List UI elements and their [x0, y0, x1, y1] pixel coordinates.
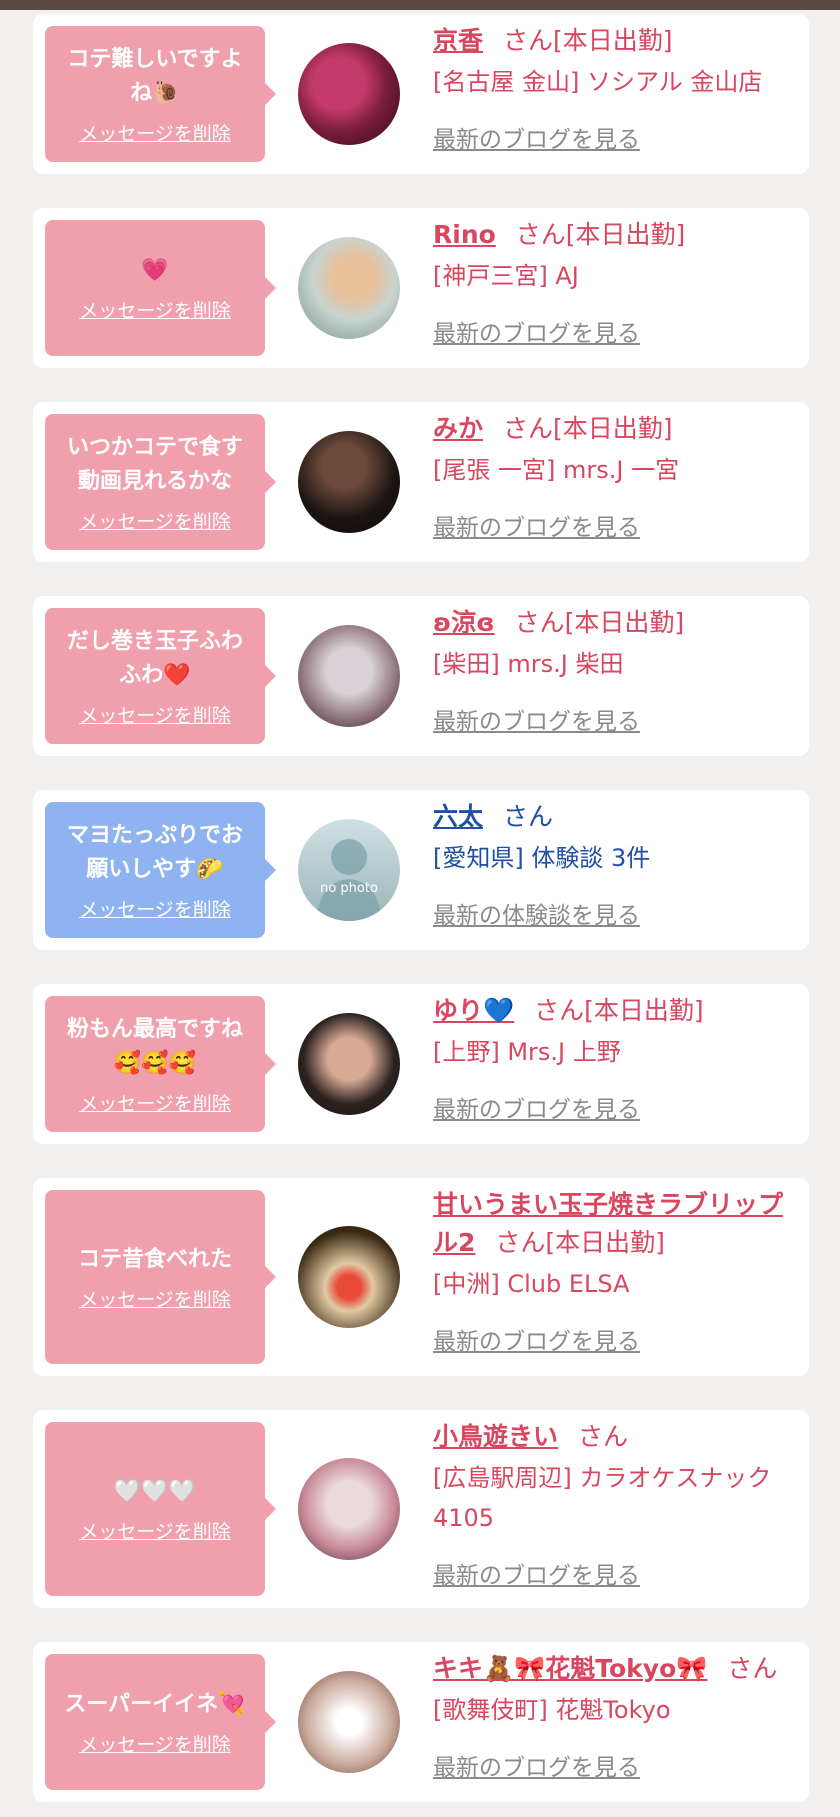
latest-blog-link[interactable]: 最新のブログを見る [433, 314, 640, 348]
sender-name-link[interactable]: キキ🧸🎀花魁Tokyo🎀 [433, 1654, 707, 1683]
message-bubble: コテ昔食べれた メッセージを削除 [45, 1190, 276, 1364]
top-bar [0, 0, 840, 10]
message-card: コテ昔食べれた メッセージを削除 甘いうまい玉子焼きラブリップル2 さん[本日出勤… [33, 1178, 809, 1376]
delete-message-button[interactable]: メッセージを削除 [79, 895, 231, 922]
name-suffix: さん[本日出勤] [503, 414, 673, 443]
sender-name-link[interactable]: 京香 [433, 26, 483, 55]
shop-label: [歌舞伎町] 花魁Tokyo [433, 1696, 671, 1724]
message-text: 粉もん最高ですね 🥰🥰🥰 [66, 1016, 243, 1076]
name-suffix: さん[本日出勤] [503, 26, 673, 55]
sender-info: Rino さん[本日出勤] [神戸三宮] AJ 最新のブログを見る [433, 216, 803, 348]
message-text: 💗 [141, 257, 169, 283]
sender-info: 京香 さん[本日出勤] [名古屋 金山] ソシアル 金山店 最新のブログを見る [433, 22, 803, 154]
message-bubble: スーパーイイネ💘 メッセージを削除 [45, 1654, 276, 1790]
message-text: マヨたっぷりでお 願いしやす🌮 [66, 822, 243, 882]
delete-message-button[interactable]: メッセージを削除 [79, 1730, 231, 1757]
sender-name-link[interactable]: みか [433, 414, 483, 443]
sender-name-link[interactable]: 六太 [433, 802, 483, 831]
message-bubble: 🤍🤍🤍 メッセージを削除 [45, 1422, 276, 1596]
sender-info: 甘いうまい玉子焼きラブリップル2 さん[本日出勤] [中洲] Club ELSA … [433, 1186, 803, 1356]
delete-message-button[interactable]: メッセージを削除 [79, 1517, 231, 1544]
shop-label: [上野] Mrs.J 上野 [433, 1038, 621, 1066]
latest-review-link[interactable]: 最新の体験談を見る [433, 896, 640, 930]
name-suffix: さん[本日出勤] [515, 220, 686, 249]
message-text: コテ昔食べれた [77, 1246, 232, 1272]
latest-blog-link[interactable]: 最新のブログを見る [433, 702, 640, 736]
message-bubble: だし巻き玉子ふわ ふわ❤️ メッセージを削除 [45, 608, 276, 744]
message-bubble: コテ難しいですよ ね🐌 メッセージを削除 [45, 26, 276, 162]
shop-label: [神戸三宮] AJ [433, 262, 579, 290]
message-card: いつかコテで食す 動画見れるかな メッセージを削除 みか さん[本日出勤] [尾張… [33, 402, 809, 562]
latest-blog-link[interactable]: 最新のブログを見る [433, 1322, 640, 1356]
sender-info: ゆり💙 さん[本日出勤] [上野] Mrs.J 上野 最新のブログを見る [433, 992, 803, 1124]
message-text: コテ難しいですよ ね🐌 [67, 46, 243, 106]
sender-info: ʚ涼ɞ さん[本日出勤] [柴田] mrs.J 柴田 最新のブログを見る [433, 604, 803, 736]
avatar[interactable] [298, 237, 400, 339]
sender-name-link[interactable]: ゆり💙 [433, 996, 514, 1025]
avatar[interactable] [298, 431, 400, 533]
message-text: だし巻き玉子ふわ ふわ❤️ [66, 628, 243, 688]
delete-message-button[interactable]: メッセージを削除 [79, 507, 231, 534]
avatar[interactable] [298, 625, 400, 727]
sender-name-link[interactable]: 小鳥遊きい [433, 1422, 558, 1451]
message-card: マヨたっぷりでお 願いしやす🌮 メッセージを削除 no photo 六太 さん [… [33, 790, 809, 950]
delete-message-button[interactable]: メッセージを削除 [79, 296, 231, 323]
message-bubble: いつかコテで食す 動画見れるかな メッセージを削除 [45, 414, 276, 550]
delete-message-button[interactable]: メッセージを削除 [79, 1285, 231, 1312]
message-card: スーパーイイネ💘 メッセージを削除 キキ🧸🎀花魁Tokyo🎀 さん [歌舞伎町] … [33, 1642, 809, 1802]
message-bubble: マヨたっぷりでお 願いしやす🌮 メッセージを削除 [45, 802, 276, 938]
message-card: コテ難しいですよ ね🐌 メッセージを削除 京香 さん[本日出勤] [名古屋 金山]… [33, 14, 809, 174]
name-suffix: さん [578, 1422, 629, 1451]
delete-message-button[interactable]: メッセージを削除 [79, 701, 231, 728]
name-suffix: さん [727, 1654, 778, 1683]
sender-info: みか さん[本日出勤] [尾張 一宮] mrs.J 一宮 最新のブログを見る [433, 410, 803, 542]
message-bubble: 粉もん最高ですね 🥰🥰🥰 メッセージを削除 [45, 996, 276, 1132]
shop-label: [中洲] Club ELSA [433, 1270, 630, 1298]
avatar[interactable] [298, 1671, 400, 1773]
name-suffix: さん[本日出勤] [495, 1228, 665, 1257]
sender-info: 六太 さん [愛知県] 体験談 3件 最新の体験談を見る [433, 798, 803, 930]
person-silhouette-icon [316, 839, 382, 921]
no-photo-label: no photo [320, 881, 378, 896]
shop-label: [広島駅周辺] カラオケスナック 4105 [433, 1464, 772, 1532]
message-bubble: 💗 メッセージを削除 [45, 220, 276, 356]
delete-message-button[interactable]: メッセージを削除 [79, 119, 231, 146]
sender-name-link[interactable]: ʚ涼ɞ [433, 608, 495, 637]
avatar[interactable] [298, 1013, 400, 1115]
avatar[interactable] [298, 1458, 400, 1560]
shop-label: [愛知県] 体験談 3件 [433, 844, 651, 872]
latest-blog-link[interactable]: 最新のブログを見る [433, 120, 640, 154]
message-text: 🤍🤍🤍 [113, 1478, 197, 1504]
message-card: 💗 メッセージを削除 Rino さん[本日出勤] [神戸三宮] AJ 最新のブログ… [33, 208, 809, 368]
latest-blog-link[interactable]: 最新のブログを見る [433, 508, 640, 542]
name-suffix: さん[本日出勤] [514, 608, 685, 637]
message-card: 粉もん最高ですね 🥰🥰🥰 メッセージを削除 ゆり💙 さん[本日出勤] [上野] M… [33, 984, 809, 1144]
shop-label: [柴田] mrs.J 柴田 [433, 650, 624, 678]
shop-label: [尾張 一宮] mrs.J 一宮 [433, 456, 680, 484]
sender-info: 小鳥遊きい さん [広島駅周辺] カラオケスナック 4105 最新のブログを見る [433, 1418, 803, 1590]
message-card: だし巻き玉子ふわ ふわ❤️ メッセージを削除 ʚ涼ɞ さん[本日出勤] [柴田] … [33, 596, 809, 756]
shop-label: [名古屋 金山] ソシアル 金山店 [433, 68, 763, 96]
sender-info: キキ🧸🎀花魁Tokyo🎀 さん [歌舞伎町] 花魁Tokyo 最新のブログを見る [433, 1650, 803, 1782]
message-text: いつかコテで食す 動画見れるかな [66, 434, 243, 494]
avatar[interactable] [298, 43, 400, 145]
latest-blog-link[interactable]: 最新のブログを見る [433, 1556, 640, 1590]
sender-name-link[interactable]: Rino [433, 220, 496, 249]
name-suffix: さん[本日出勤] [534, 996, 704, 1025]
message-text: スーパーイイネ💘 [64, 1691, 246, 1717]
name-suffix: さん [503, 802, 554, 831]
avatar-no-photo[interactable]: no photo [298, 819, 400, 921]
delete-message-button[interactable]: メッセージを削除 [79, 1089, 231, 1116]
message-card: 🤍🤍🤍 メッセージを削除 小鳥遊きい さん [広島駅周辺] カラオケスナック 41… [33, 1410, 809, 1608]
latest-blog-link[interactable]: 最新のブログを見る [433, 1090, 640, 1124]
avatar[interactable] [298, 1226, 400, 1328]
latest-blog-link[interactable]: 最新のブログを見る [433, 1748, 640, 1782]
